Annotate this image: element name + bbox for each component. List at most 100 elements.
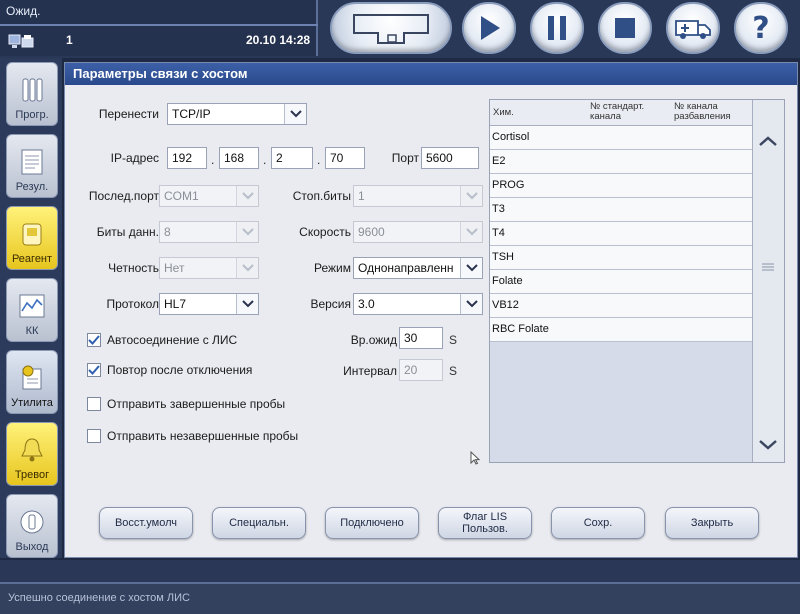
sidebar-item-qc[interactable]: КК <box>6 278 58 342</box>
close-button[interactable]: Закрыть <box>665 507 759 539</box>
table-row[interactable]: RBC Folate <box>490 318 752 342</box>
pause-icon <box>548 16 566 40</box>
scroll-down-icon[interactable] <box>755 432 781 458</box>
sidebar-item-program[interactable]: Прогр. <box>6 62 58 126</box>
emergency-button[interactable] <box>666 2 720 54</box>
protocol-select[interactable]: HL7 <box>159 293 259 315</box>
connected-button[interactable]: Подключено <box>325 507 419 539</box>
version-label: Версия <box>310 297 351 311</box>
chevron-down-icon[interactable] <box>460 186 482 206</box>
host-settings-window: Параметры связи с хостом Перенести TCP/I… <box>64 62 798 558</box>
parity-label: Четность <box>108 261 159 275</box>
mouse-cursor-icon <box>470 451 480 465</box>
table-row[interactable]: VB12 <box>490 294 752 318</box>
sidebar-item-exit[interactable]: Выход <box>6 494 58 558</box>
play-icon <box>481 16 500 40</box>
power-icon <box>20 510 44 534</box>
interval-label: Интервал <box>343 364 397 378</box>
ip-label: IP-адрес <box>110 151 159 165</box>
chevron-down-icon[interactable] <box>236 186 258 206</box>
ambulance-icon <box>675 20 711 39</box>
data-bits-select[interactable]: 8 <box>159 221 259 243</box>
sidebar-item-results[interactable]: Резул. <box>6 134 58 198</box>
chevron-down-icon[interactable] <box>284 104 306 124</box>
table-scrollbar[interactable] <box>752 100 784 462</box>
computer-printer-icon <box>8 34 34 48</box>
transfer-select[interactable]: TCP/IP <box>167 103 307 125</box>
version-value: 3.0 <box>358 297 375 311</box>
serial-port-value: COM1 <box>164 189 199 203</box>
chevron-down-icon[interactable] <box>236 258 258 278</box>
sidebar-item-utility[interactable]: Утилита <box>6 350 58 414</box>
interval-unit: S <box>449 364 458 378</box>
status-bar: Успешно соединение с хостом ЛИС <box>0 560 800 614</box>
interval-field[interactable]: 20 <box>399 359 443 381</box>
send-completed-checkbox[interactable] <box>87 397 101 411</box>
table-header: Хим. № стандарт. канала № канала разбавл… <box>490 100 754 126</box>
stop-icon <box>615 18 635 38</box>
serial-port-select[interactable]: COM1 <box>159 185 259 207</box>
table-row[interactable]: E2 <box>490 150 752 174</box>
special-button[interactable]: Специальн. <box>212 507 306 539</box>
table-row[interactable]: Folate <box>490 270 752 294</box>
version-select[interactable]: 3.0 <box>353 293 483 315</box>
parity-select[interactable]: Нет <box>159 257 259 279</box>
speed-label: Скорость <box>299 225 351 239</box>
sidebar-item-label: КК <box>25 325 39 337</box>
results-sheet-icon <box>21 149 43 175</box>
mode-select[interactable]: Однонаправленн <box>353 257 483 279</box>
wait-time-label: Вр.ожид <box>350 333 397 347</box>
top-toolbar: Ожид. 1 20.10 14:28 ? <box>0 0 800 58</box>
scroll-up-icon[interactable] <box>755 128 781 154</box>
send-incomplete-checkbox[interactable] <box>87 429 101 443</box>
chevron-down-icon[interactable] <box>236 294 258 314</box>
ip-octet-1[interactable]: 192 <box>167 147 207 169</box>
autoconnect-checkbox[interactable] <box>87 333 101 347</box>
table-row[interactable]: T3 <box>490 198 752 222</box>
chevron-down-icon[interactable] <box>460 222 482 242</box>
stop-bits-select[interactable]: 1 <box>353 185 483 207</box>
sidebar-item-alarm[interactable]: Тревог <box>6 422 58 486</box>
ip-octet-2[interactable]: 168 <box>219 147 259 169</box>
sidebar-item-reagent[interactable]: Реагент <box>6 206 58 270</box>
wait-time-field[interactable]: 30 <box>399 327 443 349</box>
stop-bits-label: Стоп.биты <box>292 189 351 203</box>
send-incomplete-label: Отправить незавершенные пробы <box>107 429 299 443</box>
table-row[interactable]: T4 <box>490 222 752 246</box>
save-button[interactable]: Сохр. <box>551 507 645 539</box>
sample-counter: 1 <box>66 33 73 47</box>
chevron-down-icon[interactable] <box>236 222 258 242</box>
table-row[interactable]: Cortisol <box>490 126 752 150</box>
mode-label: Режим <box>314 261 351 275</box>
system-status: Ожид. <box>6 4 41 18</box>
speed-select[interactable]: 9600 <box>353 221 483 243</box>
rack-icon <box>353 14 429 44</box>
chevron-down-icon[interactable] <box>460 294 482 314</box>
send-completed-label: Отправить завершенные пробы <box>107 397 286 411</box>
qc-chart-icon <box>19 294 45 318</box>
lis-user-flag-button[interactable]: Флаг LIS Пользов. <box>438 507 532 539</box>
restore-defaults-button[interactable]: Восст.умолч <box>99 507 193 539</box>
run-button[interactable] <box>462 2 516 54</box>
help-button[interactable]: ? <box>734 2 788 54</box>
sidebar-item-label: Прогр. <box>15 109 49 121</box>
sample-loader-button[interactable] <box>330 2 452 54</box>
port-label: Порт <box>391 151 419 165</box>
reagent-pack-icon <box>22 223 42 246</box>
parity-value: Нет <box>164 261 185 275</box>
table-row[interactable]: PROG <box>490 174 752 198</box>
sidebar-item-label: Резул. <box>15 181 49 193</box>
stop-button[interactable] <box>598 2 652 54</box>
ip-octet-4[interactable]: 70 <box>325 147 365 169</box>
protocol-label: Протокол <box>106 297 159 311</box>
scroll-grip-icon[interactable] <box>761 262 775 272</box>
reconnect-checkbox[interactable] <box>87 363 101 377</box>
help-icon: ? <box>752 10 770 46</box>
status-message: Успешно соединение с хостом ЛИС <box>8 592 190 604</box>
port-field[interactable]: 5600 <box>421 147 479 169</box>
chevron-down-icon[interactable] <box>460 258 482 278</box>
pause-button[interactable] <box>530 2 584 54</box>
ip-octet-3[interactable]: 2 <box>271 147 313 169</box>
window-title: Параметры связи с хостом <box>65 63 797 85</box>
table-row[interactable]: TSH <box>490 246 752 270</box>
